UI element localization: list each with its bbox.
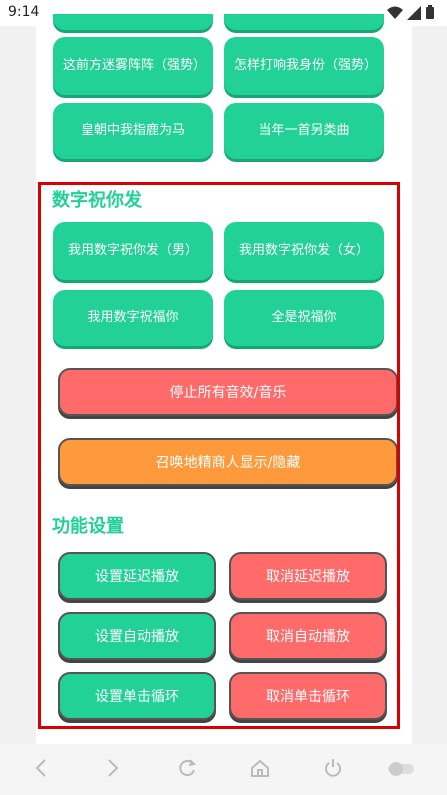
button-label: 怎样打响我身份（强势） (234, 57, 378, 73)
toggle-icon[interactable] (386, 760, 416, 778)
sound-button-deer[interactable]: 皇朝中我指鹿为马 (53, 103, 213, 159)
wifi-icon (387, 6, 403, 19)
button-label: 当年一首另类曲 (258, 122, 350, 138)
power-icon[interactable] (323, 758, 343, 778)
status-time: 9:14 (8, 4, 40, 20)
back-icon[interactable] (34, 758, 48, 778)
sound-button-identity[interactable]: 怎样打响我身份（强势） (224, 37, 384, 95)
sound-button-partial-left[interactable] (53, 14, 213, 30)
sound-button-song[interactable]: 当年一首另类曲 (224, 103, 384, 159)
navigation-bar (0, 744, 447, 795)
signal-icon (407, 5, 421, 20)
button-label: 皇朝中我指鹿为马 (80, 122, 185, 138)
highlight-box (38, 182, 400, 729)
home-icon[interactable] (250, 758, 270, 778)
battery-icon (426, 5, 434, 19)
refresh-icon[interactable] (177, 758, 197, 778)
forward-icon[interactable] (106, 758, 120, 778)
sound-button-mist[interactable]: 这前方迷雾阵阵（强势） (53, 37, 213, 95)
status-icons (387, 5, 435, 20)
button-label: 这前方迷雾阵阵（强势） (63, 57, 207, 73)
sound-button-partial-right[interactable] (224, 14, 384, 30)
